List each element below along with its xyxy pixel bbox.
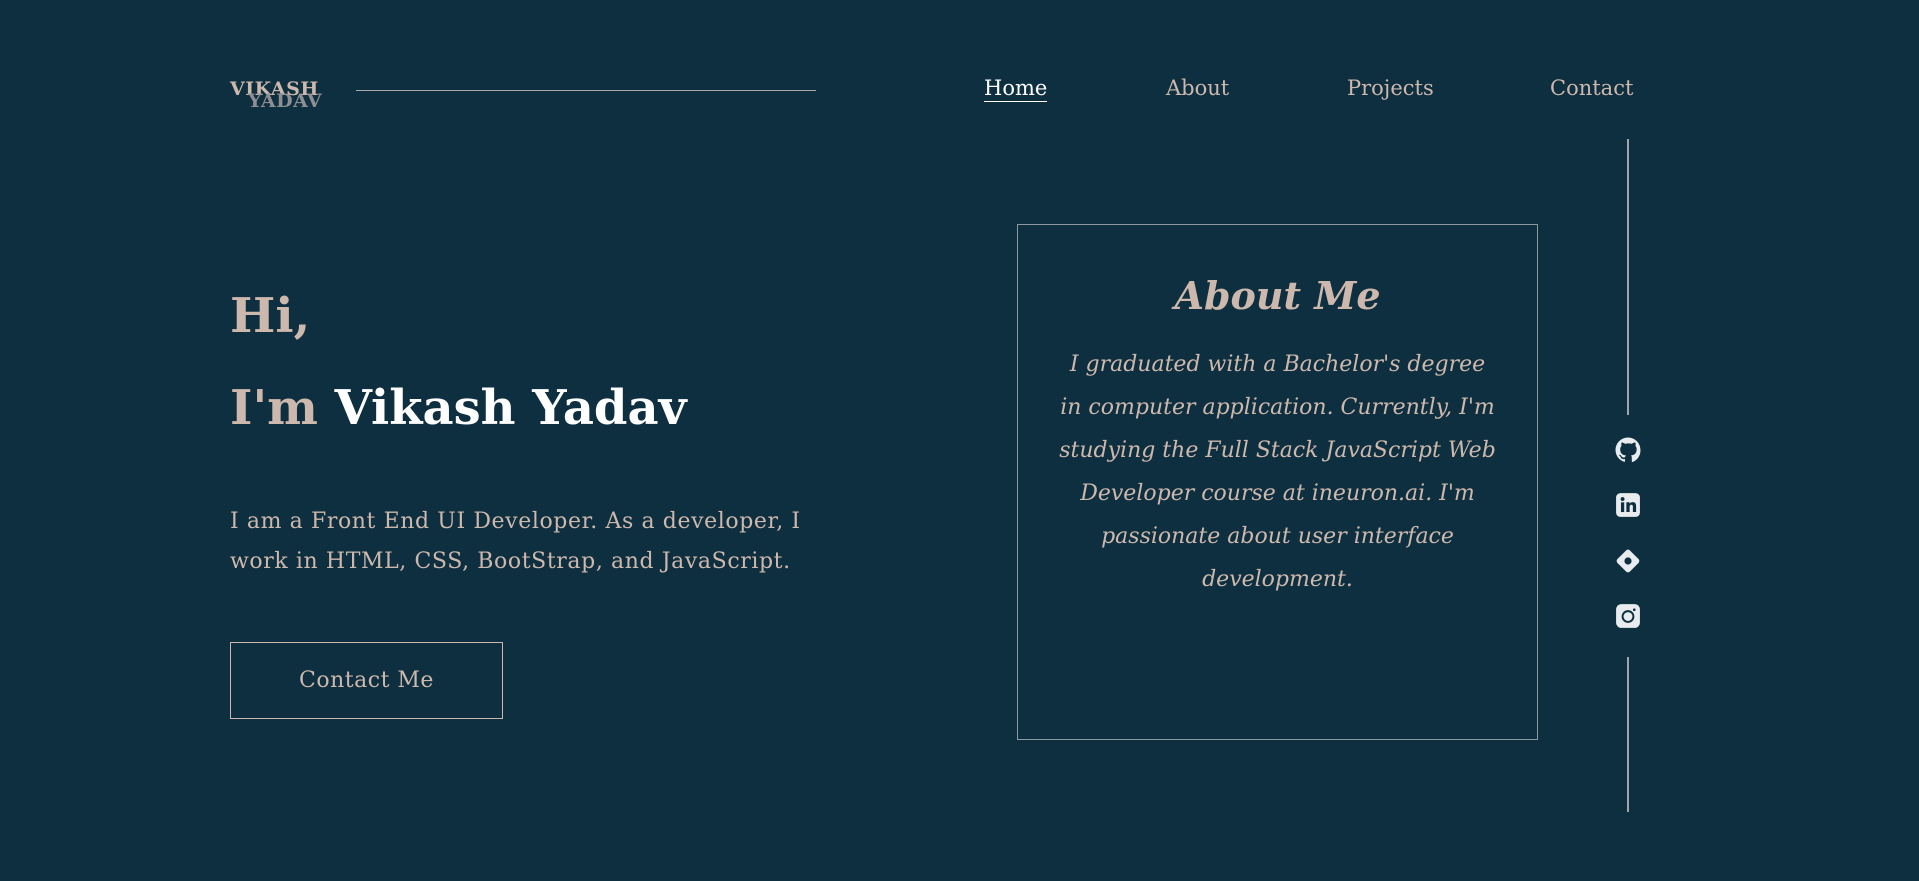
social-rail-bottom-line [1627, 657, 1629, 812]
about-title: About Me [1174, 273, 1381, 318]
nav-home[interactable]: Home [984, 76, 1048, 102]
instagram-icon[interactable] [1615, 603, 1641, 629]
header-divider [356, 90, 816, 91]
contact-me-button[interactable]: Contact Me [230, 642, 503, 719]
about-card: About Me I graduated with a Bachelor's d… [1017, 224, 1538, 740]
social-rail-top-line [1627, 139, 1629, 415]
hero-name: Vikash Yadav [334, 380, 687, 436]
nav-about[interactable]: About [1166, 76, 1229, 100]
hero-heading: I'm Vikash Yadav [230, 380, 686, 436]
logo-last-name: YADAV [248, 90, 323, 112]
hero-intro: I am a Front End UI Developer. As a deve… [230, 509, 801, 574]
hero-im-prefix: I'm [230, 380, 318, 436]
diamond-icon[interactable] [1615, 548, 1641, 574]
hero-greeting: Hi, [230, 288, 311, 344]
page: VIKASH YADAV Home About Projects Contact… [0, 0, 1919, 881]
linkedin-icon[interactable] [1615, 492, 1641, 518]
github-icon[interactable] [1615, 437, 1641, 463]
nav-projects[interactable]: Projects [1347, 76, 1434, 100]
nav-contact[interactable]: Contact [1550, 76, 1633, 100]
about-text: I graduated with a Bachelor's degree in … [1059, 352, 1496, 592]
logo[interactable]: VIKASH YADAV [230, 78, 340, 114]
